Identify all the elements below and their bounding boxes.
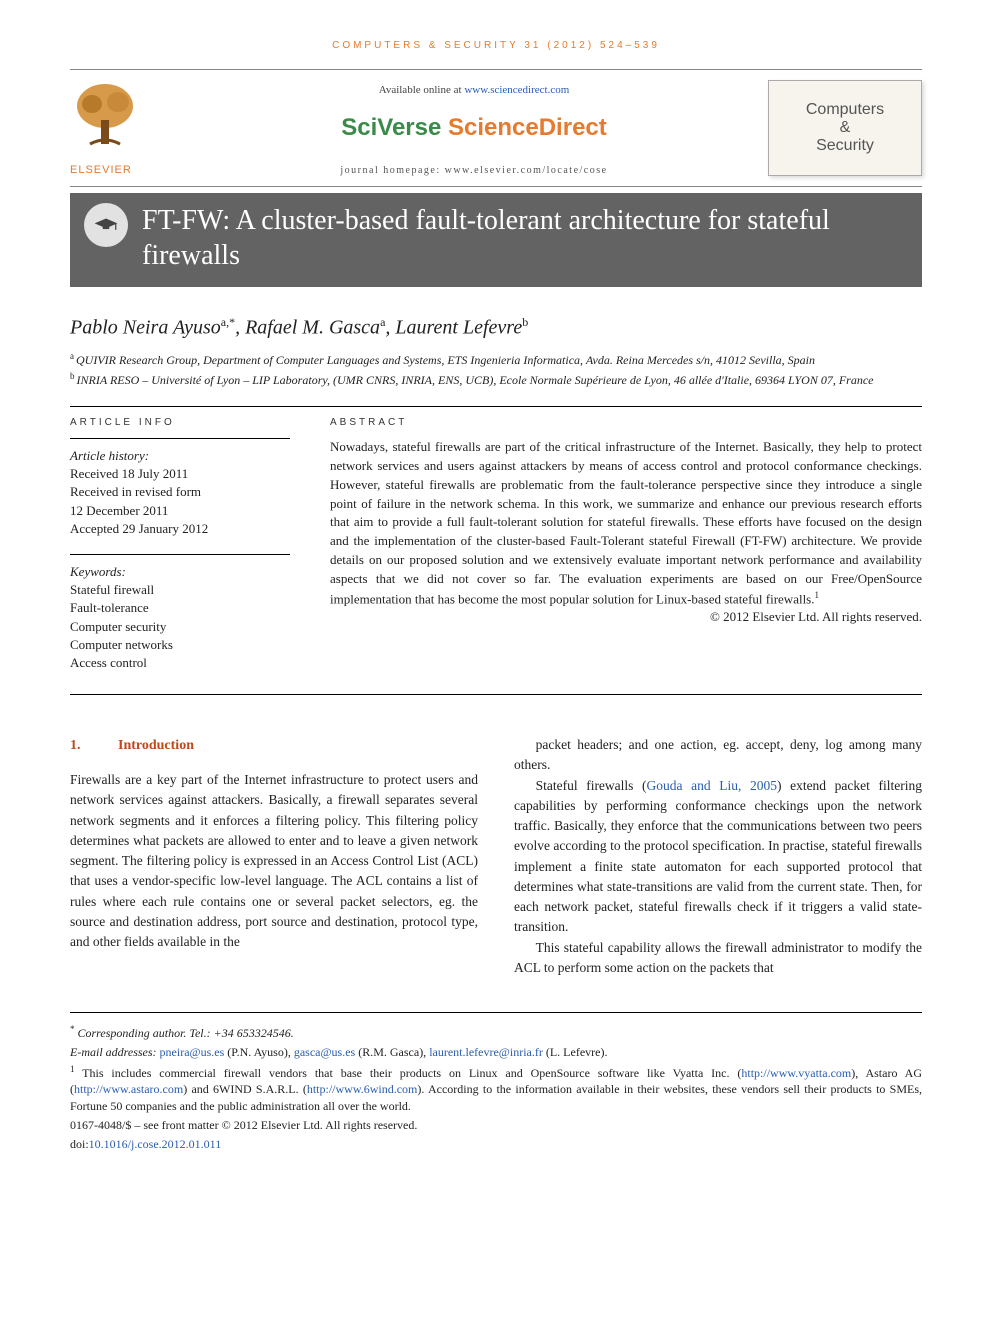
doi-label: doi: (70, 1137, 89, 1151)
abstract-text: Nowadays, stateful firewalls are part of… (330, 438, 922, 609)
email-addresses: E-mail addresses: pneira@us.es (P.N. Ayu… (70, 1044, 922, 1061)
running-head: computers & security 31 (2012) 524–539 (70, 40, 922, 51)
email-link[interactable]: laurent.lefevre@inria.fr (429, 1045, 543, 1059)
graduation-cap-icon (84, 203, 128, 247)
abstract-column: ABSTRACT Nowadays, stateful firewalls ar… (330, 417, 922, 688)
email-link[interactable]: pneira@us.es (160, 1045, 225, 1059)
history-accepted: Accepted 29 January 2012 (70, 520, 290, 538)
journal-cover: Computers & Security (768, 80, 922, 176)
abstract-body: Nowadays, stateful firewalls are part of… (330, 439, 922, 606)
title-bar: FT-FW: A cluster-based fault-tolerant ar… (70, 193, 922, 287)
info-abstract-row: ARTICLE INFO Article history: Received 1… (70, 417, 922, 688)
journal-homepage: journal homepage: www.elsevier.com/locat… (180, 165, 768, 176)
divider (70, 694, 922, 695)
author-2-sup: a (380, 315, 385, 329)
body-paragraph: This stateful capability allows the fire… (514, 938, 922, 979)
history-label: Article history: (70, 447, 290, 465)
affil-b-sup: b (70, 371, 75, 381)
body-paragraph: packet headers; and one action, eg. acce… (514, 735, 922, 776)
vendor-link[interactable]: http://www.astaro.com (74, 1082, 183, 1096)
body-text: Stateful firewalls ( (536, 778, 647, 793)
article-info-column: ARTICLE INFO Article history: Received 1… (70, 417, 290, 688)
sciverse-text-b: ScienceDirect (448, 114, 607, 141)
email-who: (L. Lefevre). (543, 1045, 608, 1059)
affil-a-text: QUIVIR Research Group, Department of Com… (76, 353, 815, 367)
doi-link[interactable]: 10.1016/j.cose.2012.01.011 (89, 1137, 222, 1151)
article-info-head: ARTICLE INFO (70, 417, 290, 428)
affiliation-a: aQUIVIR Research Group, Department of Co… (70, 350, 922, 368)
available-text: Available online at (379, 84, 465, 96)
journal-title-line2: Security (816, 137, 874, 155)
keyword-item: Stateful firewall (70, 581, 290, 599)
abstract-head: ABSTRACT (330, 417, 922, 428)
footnote-text: ) and 6WIND S.A.R.L. ( (183, 1082, 307, 1096)
body-paragraph: Stateful firewalls (Gouda and Liu, 2005)… (514, 776, 922, 938)
section-title: Introduction (118, 738, 194, 753)
abstract-footnote-marker: 1 (815, 590, 820, 600)
author-1-sup: a,* (221, 315, 235, 329)
email-who: (R.M. Gasca), (355, 1045, 429, 1059)
history-revised-1: Received in revised form (70, 483, 290, 501)
keyword-item: Computer security (70, 618, 290, 636)
author-2: Rafael M. Gasca (245, 317, 380, 339)
footnotes: * Corresponding author. Tel.: +34 653324… (70, 1012, 922, 1153)
section-number: 1. (70, 735, 118, 756)
body-columns: 1.Introduction Firewalls are a key part … (70, 735, 922, 978)
corr-sup: * (70, 1024, 75, 1034)
doi-line: doi:10.1016/j.cose.2012.01.011 (70, 1136, 922, 1153)
history-revised-2: 12 December 2011 (70, 502, 290, 520)
divider (70, 406, 922, 407)
keyword-item: Access control (70, 654, 290, 672)
elsevier-tree-icon (70, 80, 140, 160)
section-heading: 1.Introduction (70, 735, 478, 756)
footnote-1: 1 This includes commercial firewall vend… (70, 1063, 922, 1115)
article-title: FT-FW: A cluster-based fault-tolerant ar… (142, 203, 908, 273)
corr-label: Corresponding author. Tel.: +34 65332454… (78, 1026, 294, 1040)
article-history: Article history: Received 18 July 2011 R… (70, 438, 290, 538)
available-online: Available online at www.sciencedirect.co… (180, 84, 768, 96)
corresponding-author: * Corresponding author. Tel.: +34 653324… (70, 1023, 922, 1042)
email-link[interactable]: gasca@us.es (294, 1045, 355, 1059)
vendor-link[interactable]: http://www.6wind.com (307, 1082, 418, 1096)
author-1: Pablo Neira Ayuso (70, 317, 221, 339)
affil-b-text: INRIA RESO – Université of Lyon – LIP La… (77, 373, 874, 387)
abstract-copyright: © 2012 Elsevier Ltd. All rights reserved… (330, 609, 922, 625)
author-3-sup: b (522, 315, 528, 329)
authors-line: Pablo Neira Ayusoa,*, Rafael M. Gascaa, … (70, 315, 922, 340)
body-text: ) extend packet filtering capabilities b… (514, 778, 922, 935)
email-who: (P.N. Ayuso), (224, 1045, 294, 1059)
publisher-logo-col: ELSEVIER (70, 80, 180, 176)
citation-link[interactable]: Gouda and Liu, 2005 (647, 778, 777, 793)
body-paragraph: Firewalls are a key part of the Internet… (70, 770, 478, 952)
emails-label: E-mail addresses: (70, 1045, 160, 1059)
keywords-block: Keywords: Stateful firewall Fault-tolera… (70, 554, 290, 672)
page-container: computers & security 31 (2012) 524–539 E… (0, 0, 992, 1195)
vendor-link[interactable]: http://www.vyatta.com (741, 1066, 851, 1080)
publisher-name: ELSEVIER (70, 164, 132, 176)
sciencedirect-link[interactable]: www.sciencedirect.com (464, 84, 569, 96)
author-3: Laurent Lefevre (395, 317, 522, 339)
front-matter: 0167-4048/$ – see front matter © 2012 El… (70, 1117, 922, 1134)
sciverse-logo: SciVerse ScienceDirect (180, 114, 768, 142)
keywords-label: Keywords: (70, 563, 290, 581)
affiliation-b: bINRIA RESO – Université of Lyon – LIP L… (70, 370, 922, 388)
keyword-item: Fault-tolerance (70, 599, 290, 617)
header-center: Available online at www.sciencedirect.co… (180, 80, 768, 176)
header-box: ELSEVIER Available online at www.science… (70, 69, 922, 187)
keyword-item: Computer networks (70, 636, 290, 654)
sciverse-text-a: SciVerse (341, 114, 448, 141)
footnote-text: This includes commercial firewall vendor… (75, 1066, 742, 1080)
journal-title-line1: Computers (806, 101, 884, 119)
affil-a-sup: a (70, 351, 74, 361)
history-received: Received 18 July 2011 (70, 465, 290, 483)
journal-title-amp: & (840, 119, 851, 137)
